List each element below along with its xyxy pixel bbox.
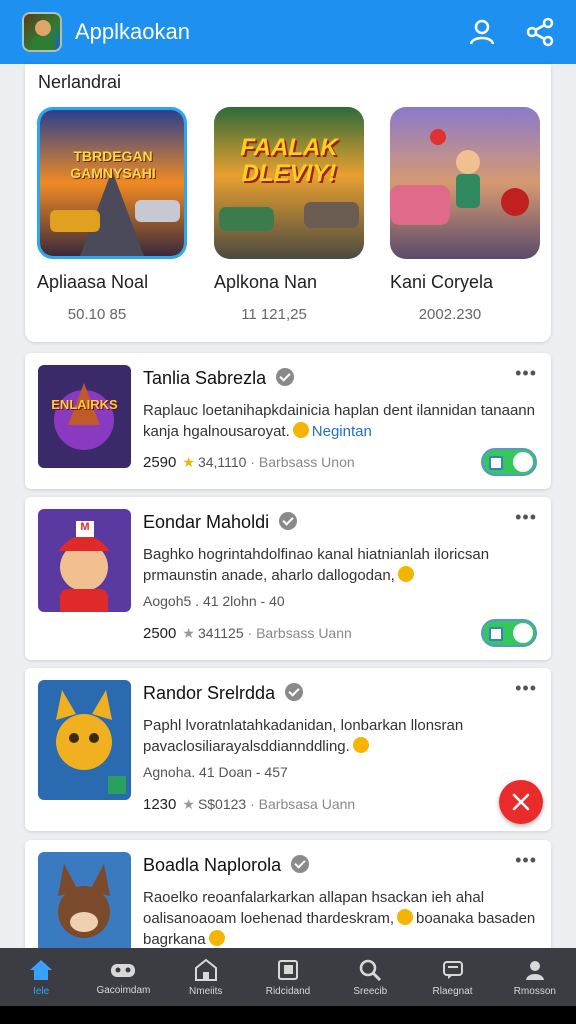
- featured-count: 11 121,25: [241, 306, 307, 323]
- gallery-icon: [277, 959, 298, 980]
- featured-thumbnail[interactable]: [390, 107, 540, 259]
- app-card[interactable]: Randor Srelrdda ••• Paphl lvoratnlatahka…: [25, 668, 551, 831]
- nav-item-profile[interactable]: Rmosson: [494, 948, 576, 1006]
- more-options-icon[interactable]: •••: [515, 850, 537, 871]
- verified-icon: [279, 512, 298, 530]
- store-icon: [194, 958, 217, 981]
- system-bar: [0, 1006, 576, 1024]
- featured-thumbnail[interactable]: TBRDEGAN GAMNYSAHI: [37, 107, 187, 259]
- verified-icon: [291, 855, 310, 873]
- verified-icon: [285, 683, 304, 701]
- chat-icon: [442, 960, 463, 979]
- app-meta: Agnoha. 41 Doan - 457: [143, 764, 288, 780]
- nav-item-store[interactable]: Nmeiits: [165, 948, 247, 1006]
- app-description: Raoelko reoanfalarkarkan allapan hsackan…: [143, 889, 536, 948]
- search-icon: [359, 959, 382, 981]
- art-text: ENLAIRKS: [51, 397, 118, 412]
- app-title: Applkaokan: [75, 19, 190, 44]
- featured-card[interactable]: Kani Coryela 2002.230: [390, 107, 540, 323]
- app-card[interactable]: ENLAIRKS Tanlia Sabrezla ••• Raplauc loe…: [25, 353, 551, 489]
- profile-icon: [525, 960, 544, 980]
- app-description: Baghko hogrintahdolfinao kanal hiatnianl…: [143, 546, 490, 584]
- featured-thumbnail[interactable]: FAALAK DLEVIY!: [214, 107, 364, 259]
- home-icon: [30, 959, 53, 980]
- app-logo: [22, 12, 62, 52]
- share-icon[interactable]: [522, 14, 558, 50]
- emoji-icon: [397, 909, 413, 925]
- app-title: Eondar Maholdi: [143, 512, 298, 533]
- app-title: Tanlia Sabrezla: [143, 368, 295, 389]
- app-title: Randor Srelrdda: [143, 683, 304, 704]
- star-icon: ★: [182, 625, 195, 641]
- featured-count: 50.10 85: [67, 306, 127, 323]
- emoji-icon: [208, 930, 225, 946]
- verified-icon: [276, 368, 295, 386]
- emoji-icon: [352, 737, 369, 753]
- app-description: Paphl lvoratnlatahkadanidan, lonbarkan l…: [143, 717, 464, 755]
- person-icon[interactable]: [464, 14, 500, 50]
- more-options-icon[interactable]: •••: [515, 363, 537, 384]
- nav-item-games[interactable]: Gacoimdam: [82, 948, 164, 1006]
- star-icon: ★: [182, 454, 195, 470]
- app-description: Raplauc loetanihapkdainicia haplan dent …: [143, 402, 535, 440]
- featured-name: Aplkona Nan: [214, 272, 318, 292]
- app-thumbnail[interactable]: M: [38, 509, 131, 612]
- emoji-icon: [397, 566, 414, 582]
- art-text: TBRDEGAN GAMNYSAHI: [70, 148, 156, 181]
- nav-item-search[interactable]: Sreecib: [329, 948, 411, 1006]
- app-title: Boadla Naplorola: [143, 855, 310, 876]
- install-toggle[interactable]: [481, 448, 537, 476]
- more-options-icon[interactable]: •••: [515, 678, 537, 699]
- install-toggle[interactable]: [481, 619, 537, 647]
- nav-item-chat[interactable]: Rlaegnat: [411, 948, 493, 1006]
- app-card[interactable]: M Eondar Maholdi ••• Baghko hogrintahdol…: [25, 497, 551, 660]
- app-stats: 2590 ★ 34,1110 · Barbsass Unon: [143, 454, 355, 471]
- featured-card[interactable]: TBRDEGAN GAMNYSAHI Apliaasa Noal 50.10 8…: [37, 107, 187, 323]
- app-stats: 2500 ★ 341125 · Barbsass Uann: [143, 625, 352, 642]
- close-icon: [512, 793, 530, 811]
- nav-item-gallery[interactable]: Ridcidand: [247, 948, 329, 1006]
- more-options-icon[interactable]: •••: [515, 507, 537, 528]
- featured-card[interactable]: FAALAK DLEVIY! Aplkona Nan 11 121,25: [214, 107, 364, 323]
- app-card[interactable]: Boadla Naplorola ••• Raoelko reoanfalark…: [25, 840, 551, 955]
- app-thumbnail[interactable]: [38, 852, 131, 955]
- app-thumbnail[interactable]: ENLAIRKS: [38, 365, 131, 468]
- art-text: M: [76, 521, 94, 537]
- app-header: Applkaokan: [0, 0, 576, 64]
- nav-item-home[interactable]: Iele: [0, 948, 82, 1006]
- featured-count: 2002.230: [418, 306, 482, 323]
- art-text: FAALAK DLEVIY!: [240, 134, 338, 187]
- bottom-navigation: Iele Gacoimdam Nmeiits Ridcidand Sreecib…: [0, 948, 576, 1006]
- section-title: Nerlandrai: [38, 72, 122, 92]
- close-fab-button[interactable]: [499, 780, 543, 824]
- gamepad-icon: [111, 963, 136, 977]
- star-icon: ★: [182, 796, 195, 812]
- app-thumbnail[interactable]: [38, 680, 131, 800]
- emoji-icon: [292, 422, 309, 438]
- app-meta: Aogoh5 . 41 2lohn - 40: [143, 593, 285, 609]
- featured-name: Apliaasa Noal: [37, 272, 149, 292]
- featured-name: Kani Coryela: [390, 272, 494, 292]
- featured-section: Nerlandrai TBRDEGAN GAMNYSAHI Apliaasa N…: [25, 64, 551, 342]
- app-tag[interactable]: Negintan: [312, 423, 372, 440]
- app-stats: 1230 ★ S$0123 · Barbsasa Uann: [143, 796, 356, 813]
